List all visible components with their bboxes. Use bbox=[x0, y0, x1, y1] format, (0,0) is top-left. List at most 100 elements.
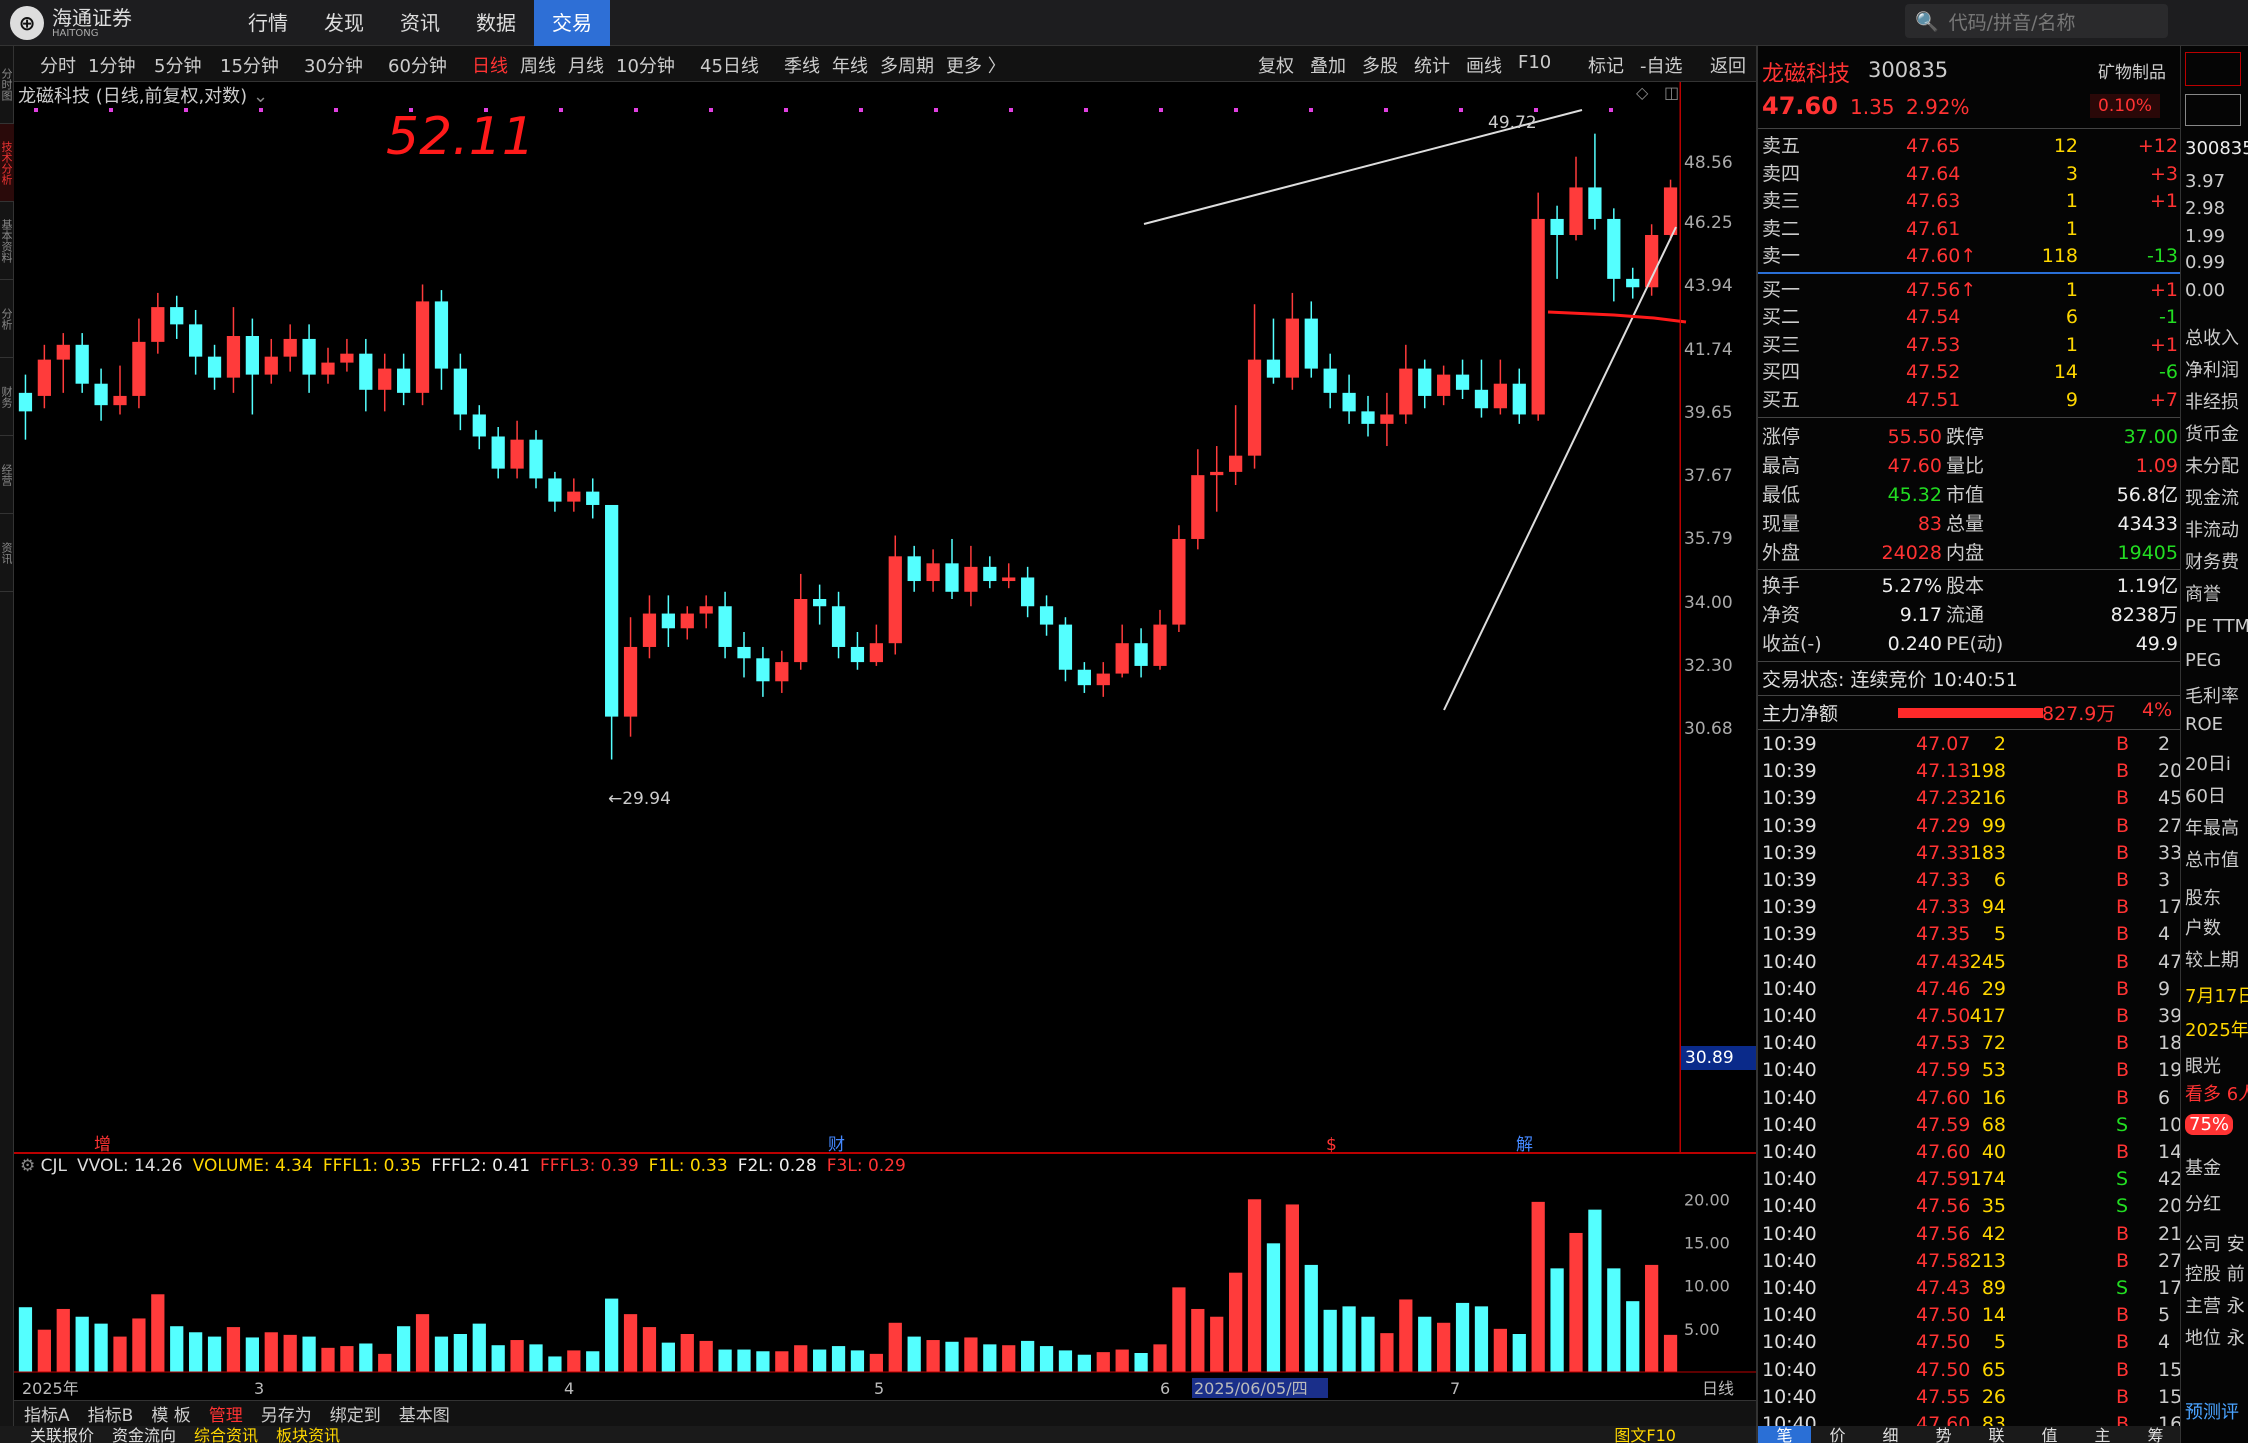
indicator-tab[interactable]: 管理 bbox=[209, 1401, 243, 1426]
period-item[interactable]: 更多 〉 bbox=[946, 52, 1006, 78]
brand-logo[interactable]: ⊕ 海通证券 HAITONG bbox=[10, 6, 170, 40]
left-strip-tab[interactable]: 技术分析 bbox=[0, 124, 14, 202]
period-item[interactable]: 周线 bbox=[520, 52, 556, 78]
tick-time: 10:39 bbox=[1762, 733, 1817, 755]
period-toolbar: 分时 1分钟 5分钟 15分钟 30分钟 60分钟 日线 周线 月线 10分钟 45日线 季线 年线 多周… bbox=[14, 46, 1756, 82]
settings-dot-icon[interactable]: ⚙ bbox=[20, 1156, 41, 1176]
bid-row[interactable]: 买二 47.54 6 -1 bbox=[1758, 303, 2182, 331]
kline-chart[interactable]: 52.11 49.72←29.94◇ ◫增财 $ 解20.0015.0010.005.0… bbox=[14, 82, 1756, 1400]
tick-count: 2 bbox=[2158, 733, 2171, 755]
ask-row[interactable]: 卖四 47.64 3 +3 bbox=[1758, 160, 2182, 188]
left-strip-tab[interactable]: 经营 bbox=[0, 436, 14, 514]
indicator-tab[interactable]: 基本图 bbox=[399, 1401, 450, 1426]
tick-row: 10:40 47.59 53 B 19 bbox=[1758, 1057, 2182, 1084]
panel-tab[interactable]: 联 bbox=[1970, 1426, 2023, 1443]
nav-item[interactable]: 行情 bbox=[230, 0, 306, 46]
left-strip-tab[interactable]: 资讯 bbox=[0, 514, 14, 592]
left-strip-tab[interactable]: 分析 bbox=[0, 280, 14, 358]
stat-label: 涨停 bbox=[1762, 426, 1801, 448]
panel-tab[interactable]: 势 bbox=[1917, 1426, 1970, 1443]
bottom-link[interactable]: 板块资讯 bbox=[276, 1426, 340, 1443]
ask-row[interactable]: 卖一 47.60↑ 118 -13 bbox=[1758, 242, 2182, 270]
period-item[interactable]: 60分钟 bbox=[388, 52, 447, 78]
indicator-tab[interactable]: 另存为 bbox=[261, 1401, 312, 1426]
nav-item[interactable]: 交易 bbox=[534, 0, 610, 46]
toolbar-item[interactable]: 画线 bbox=[1466, 52, 1502, 78]
bottom-link[interactable]: 资金流向 bbox=[112, 1426, 176, 1443]
toolbar-item[interactable]: F10 bbox=[1518, 52, 1551, 73]
indicator-tab[interactable]: 绑定到 bbox=[330, 1401, 381, 1426]
candle-body bbox=[813, 598, 827, 607]
ask-row[interactable]: 卖五 47.65 12 +12 bbox=[1758, 132, 2182, 160]
period-item[interactable]: 45日线 bbox=[700, 52, 759, 78]
indicator-tab[interactable]: 指标B bbox=[88, 1401, 134, 1426]
nav-item[interactable]: 发现 bbox=[306, 0, 382, 46]
left-strip-tab[interactable]: 分时图 bbox=[0, 46, 14, 124]
tick-side: B bbox=[2116, 760, 2130, 783]
volume-bar bbox=[586, 1351, 600, 1372]
left-strip-tab[interactable]: 财务 bbox=[0, 358, 14, 436]
toolbar-item[interactable]: 复权 bbox=[1258, 52, 1294, 78]
bid-row[interactable]: 买五 47.51 9 +7 bbox=[1758, 386, 2182, 414]
volume-bar bbox=[642, 1327, 657, 1372]
far-right-button[interactable] bbox=[2185, 52, 2241, 86]
f10-link[interactable]: 图文F10 bbox=[1614, 1426, 1756, 1443]
ask-row[interactable]: 卖三 47.63 1 +1 bbox=[1758, 187, 2182, 215]
toolbar-item[interactable]: 多股 bbox=[1362, 52, 1398, 78]
panel-tab[interactable]: 价 bbox=[1811, 1426, 1864, 1443]
tick-row: 10:40 47.46 29 B 9 bbox=[1758, 976, 2182, 1003]
tick-volume: 53 bbox=[1981, 1059, 2006, 1082]
period-item[interactable]: 5分钟 bbox=[154, 52, 201, 78]
toolbar-item[interactable]: 统计 bbox=[1414, 52, 1450, 78]
tick-time: 10:40 bbox=[1762, 950, 1817, 973]
nav-item[interactable]: 资讯 bbox=[382, 0, 458, 46]
indicator-tab[interactable]: 指标A bbox=[24, 1401, 70, 1426]
volume-bar bbox=[1531, 1201, 1545, 1372]
panel-tab[interactable]: 值 bbox=[2023, 1426, 2076, 1443]
panel-tab[interactable]: 细 bbox=[1864, 1426, 1917, 1443]
period-item[interactable]: 30分钟 bbox=[304, 52, 363, 78]
tick-price: 47.60 bbox=[1916, 1086, 1971, 1109]
bottom-link[interactable]: 关联报价 bbox=[30, 1426, 94, 1443]
panel-tab[interactable]: 主 bbox=[2076, 1426, 2129, 1443]
bid-row[interactable]: 买三 47.53 1 +1 bbox=[1758, 331, 2182, 359]
period-item[interactable]: 月线 bbox=[568, 52, 604, 78]
period-item[interactable]: 多周期 bbox=[880, 52, 934, 78]
bottom-link[interactable]: 综合资讯 bbox=[194, 1426, 258, 1443]
diamond-icon[interactable]: ◇ bbox=[1636, 83, 1649, 102]
toolbar-item[interactable]: 返回 bbox=[1710, 52, 1746, 78]
far-right-button[interactable] bbox=[2185, 94, 2241, 126]
search-input[interactable]: 🔍 代码/拼音/名称 bbox=[1905, 4, 2168, 38]
far-right-item: PE TTM bbox=[2185, 616, 2248, 637]
volume-bar bbox=[113, 1336, 127, 1372]
left-strip-tab[interactable]: 基本资料 bbox=[0, 202, 14, 280]
candle-body bbox=[1039, 606, 1054, 625]
toolbar-item[interactable]: 标记 bbox=[1588, 52, 1624, 78]
period-item[interactable]: 年线 bbox=[832, 52, 868, 78]
period-item[interactable]: 15分钟 bbox=[220, 52, 279, 78]
toolbar-item[interactable]: 叠加 bbox=[1310, 52, 1346, 78]
candle-body bbox=[472, 414, 486, 437]
candle bbox=[1058, 617, 1073, 682]
panel-tab[interactable]: 笔 bbox=[1758, 1426, 1811, 1443]
indicator-tab[interactable]: 模 板 bbox=[151, 1401, 190, 1426]
price-axis-label: 34.00 bbox=[1684, 592, 1733, 613]
bid-row[interactable]: 买四 47.52 14 -6 bbox=[1758, 358, 2182, 386]
bid-row[interactable]: 买一 47.56↑ 1 +1 bbox=[1758, 276, 2182, 304]
layout-icon[interactable]: ◫ bbox=[1664, 83, 1679, 102]
tick-count: 27 bbox=[2158, 814, 2183, 837]
stat-label: 收益(-) bbox=[1762, 633, 1822, 655]
nav-item[interactable]: 数据 bbox=[458, 0, 534, 46]
candle-body bbox=[1304, 318, 1318, 369]
toolbar-item[interactable]: -自选 bbox=[1640, 52, 1683, 78]
period-item[interactable]: 1分钟 bbox=[88, 52, 135, 78]
volume-bar bbox=[132, 1318, 146, 1372]
period-item[interactable]: 日线 bbox=[472, 52, 508, 78]
period-item[interactable]: 季线 bbox=[784, 52, 820, 78]
ask-row[interactable]: 卖二 47.61 1 bbox=[1758, 215, 2182, 243]
period-item[interactable]: 10分钟 bbox=[616, 52, 675, 78]
panel-tab[interactable]: 筹 bbox=[2129, 1426, 2182, 1443]
level-label: 买一 bbox=[1762, 278, 1801, 301]
period-item[interactable]: 分时 bbox=[40, 52, 76, 78]
stat-value: 1.09 bbox=[2135, 455, 2178, 477]
